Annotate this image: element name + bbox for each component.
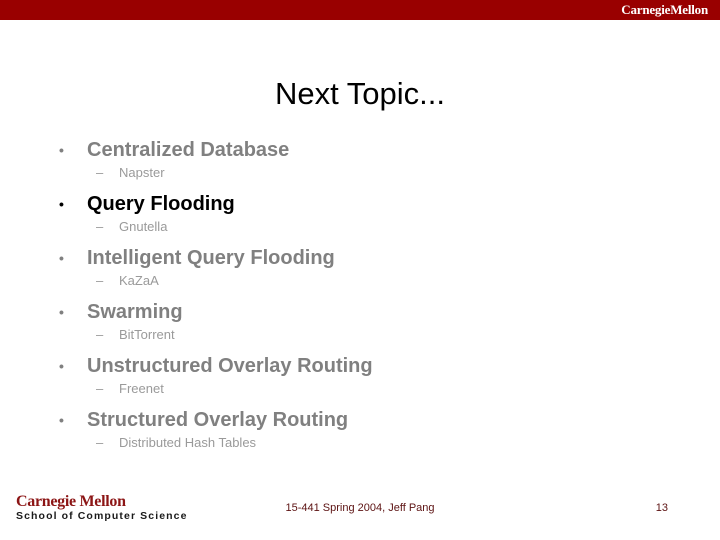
sub-bullet-label: Distributed Hash Tables xyxy=(119,435,257,450)
sub-bullet-item[interactable]: – Distributed Hash Tables xyxy=(0,433,720,453)
bullet-dot-icon: • xyxy=(59,412,64,428)
page-number: 13 xyxy=(655,502,668,514)
dash-icon: – xyxy=(96,273,104,288)
bullet-item-label: Swarming xyxy=(87,301,183,323)
dash-icon: – xyxy=(96,327,104,342)
page-title: Next Topic... xyxy=(274,76,445,111)
bullet-item[interactable]: • Structured Overlay Routing xyxy=(0,408,720,433)
dash-icon: – xyxy=(96,435,104,450)
bullet-dot-icon: • xyxy=(59,304,64,320)
bullet-item[interactable]: • Swarming xyxy=(0,300,720,325)
bullet-group: • Query Flooding – Gnutella xyxy=(0,192,720,237)
sub-bullet-item[interactable]: – BitTorrent xyxy=(0,325,720,345)
bullet-dot-icon: • xyxy=(59,142,64,158)
sub-bullet-label: BitTorrent xyxy=(119,327,175,342)
dash-icon: – xyxy=(96,381,104,396)
sub-bullet-item[interactable]: – Napster xyxy=(0,163,720,183)
bullet-item[interactable]: • Unstructured Overlay Routing xyxy=(0,354,720,379)
bullet-list: • Centralized Database – Napster • Query Floo… xyxy=(0,138,720,453)
bullet-group: • Swarming – BitTorrent xyxy=(0,300,720,345)
footer-course-label: 15-441 Spring 2004, Jeff Pang xyxy=(285,502,435,514)
bullet-item[interactable]: • Centralized Database xyxy=(0,138,720,163)
bullet-item[interactable]: • Query Flooding xyxy=(0,192,720,217)
bullet-item-label: Intelligent Query Flooding xyxy=(87,247,335,269)
sub-bullet-item[interactable]: – KaZaA xyxy=(0,271,720,291)
bullet-group: • Structured Overlay Routing – Distributed … xyxy=(0,408,720,453)
header-band: CarnegieMellon xyxy=(0,0,720,20)
bullet-item[interactable]: • Intelligent Query Flooding xyxy=(0,246,720,271)
sub-bullet-label: KaZaA xyxy=(119,273,159,288)
sub-bullet-item[interactable]: – Freenet xyxy=(0,379,720,399)
bullet-item-label: Query Flooding xyxy=(87,193,235,215)
sub-bullet-label: Freenet xyxy=(119,381,164,396)
sub-bullet-label: Napster xyxy=(119,165,165,180)
footer: Carnegie Mellon School of Computer Scien… xyxy=(0,480,720,540)
dash-icon: – xyxy=(96,165,104,180)
sub-bullet-item[interactable]: – Gnutella xyxy=(0,217,720,237)
dash-icon: – xyxy=(96,219,104,234)
bullet-group: • Unstructured Overlay Routing – Freenet xyxy=(0,354,720,399)
bullet-item-label: Unstructured Overlay Routing xyxy=(87,355,373,377)
carnegie-mellon-wordmark: CarnegieMellon xyxy=(621,2,708,17)
sub-bullet-label: Gnutella xyxy=(119,219,168,234)
bullet-dot-icon: • xyxy=(59,196,64,212)
bullet-dot-icon: • xyxy=(59,358,64,374)
bullet-group: • Centralized Database – Napster xyxy=(0,138,720,183)
bullet-group: • Intelligent Query Flooding – KaZaA xyxy=(0,246,720,291)
bullet-item-label: Centralized Database xyxy=(87,139,290,161)
bullet-dot-icon: • xyxy=(59,250,64,266)
bullet-item-label: Structured Overlay Routing xyxy=(87,409,349,431)
